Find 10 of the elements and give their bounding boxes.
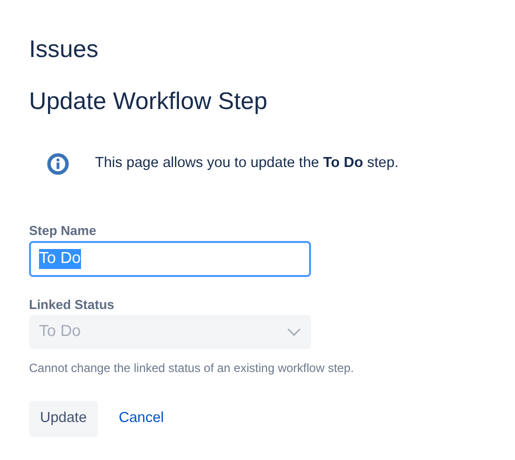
- update-button[interactable]: Update: [29, 401, 98, 437]
- page-title: Update Workflow Step: [29, 88, 268, 116]
- field-label: Step Name: [29, 223, 98, 239]
- help-text: Cannot change the linked status of an existing workflow step.: [29, 360, 355, 377]
- chevron-down-icon: [287, 328, 301, 336]
- field-label: Linked Status: [29, 297, 116, 313]
- breadcrumb: Issues: [29, 36, 100, 64]
- cancel-link[interactable]: Cancel: [104, 408, 179, 430]
- info-message: This page allows you to update the To Do step.: [95, 154, 399, 174]
- info-icon: [47, 153, 69, 175]
